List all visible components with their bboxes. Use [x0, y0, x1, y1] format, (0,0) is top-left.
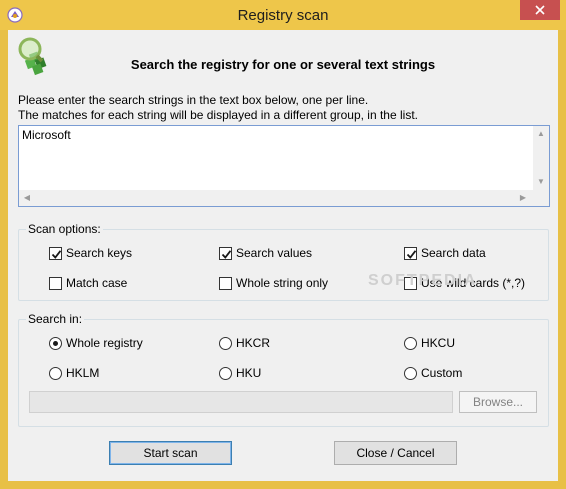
radio-hku[interactable]: HKU [219, 366, 261, 380]
scroll-down-icon[interactable]: ▼ [537, 178, 545, 186]
window-title: Registry scan [237, 7, 329, 24]
radio-hku-label: HKU [236, 366, 262, 380]
radio-hkcr-label: HKCR [236, 336, 271, 350]
checkbox-unchecked-icon[interactable] [49, 276, 62, 290]
radio-unselected-icon[interactable] [49, 366, 62, 380]
whole-string-only-checkbox[interactable]: Whole string only [219, 276, 328, 290]
instruction-line-2: The matches for each string will be disp… [18, 108, 418, 122]
search-keys-checkbox[interactable]: Search keys [49, 246, 132, 260]
radio-unselected-icon[interactable] [219, 336, 232, 350]
custom-path-field[interactable] [29, 391, 453, 413]
checkbox-checked-icon[interactable] [49, 246, 62, 260]
scroll-left-icon[interactable]: ◀ [23, 194, 31, 202]
whole-string-only-label: Whole string only [236, 276, 329, 290]
horizontal-scrollbar[interactable]: ◀ ▶ [19, 190, 533, 206]
radio-unselected-icon[interactable] [219, 366, 232, 380]
search-strings-textbox[interactable]: Microsoft ▲ ▼ ◀ ▶ [18, 125, 550, 207]
radio-hkcu-label: HKCU [421, 336, 456, 350]
scan-options-group: Scan options: Search keys Search values … [18, 222, 549, 301]
dialog-client-area: Search the registry for one or several t… [8, 30, 558, 481]
radio-custom-label: Custom [421, 366, 463, 380]
scroll-up-icon[interactable]: ▲ [537, 130, 545, 138]
radio-unselected-icon[interactable] [404, 366, 417, 380]
scan-options-legend: Scan options: [26, 222, 103, 236]
radio-hkcr[interactable]: HKCR [219, 336, 270, 350]
search-data-label: Search data [421, 246, 486, 260]
start-scan-button[interactable]: Start scan [109, 441, 232, 465]
radio-whole-registry[interactable]: Whole registry [49, 336, 143, 350]
radio-whole-registry-label: Whole registry [66, 336, 143, 350]
search-strings-text[interactable]: Microsoft [22, 128, 71, 142]
checkbox-checked-icon[interactable] [219, 246, 232, 260]
radio-custom[interactable]: Custom [404, 366, 462, 380]
search-data-checkbox[interactable]: Search data [404, 246, 486, 260]
vertical-scrollbar[interactable]: ▲ ▼ [533, 126, 549, 190]
close-cancel-button[interactable]: Close / Cancel [334, 441, 457, 465]
registry-scan-window: Registry scan Search the registry for on… [0, 0, 566, 489]
browse-button[interactable]: Browse... [459, 391, 537, 413]
search-keys-label: Search keys [66, 246, 133, 260]
radio-selected-icon[interactable] [49, 336, 62, 350]
match-case-label: Match case [66, 276, 128, 290]
radio-hklm-label: HKLM [66, 366, 100, 380]
radio-hkcu[interactable]: HKCU [404, 336, 455, 350]
close-window-button[interactable] [520, 0, 560, 20]
watermark-text: SOFTPEDIA [368, 272, 478, 289]
close-icon [535, 5, 545, 15]
scroll-corner [533, 190, 549, 206]
checkbox-checked-icon[interactable] [404, 246, 417, 260]
search-values-checkbox[interactable]: Search values [219, 246, 312, 260]
checkbox-unchecked-icon[interactable] [219, 276, 232, 290]
scroll-right-icon[interactable]: ▶ [519, 194, 527, 202]
radio-hklm[interactable]: HKLM [49, 366, 99, 380]
search-in-legend: Search in: [26, 312, 85, 326]
search-values-label: Search values [236, 246, 313, 260]
radio-unselected-icon[interactable] [404, 336, 417, 350]
match-case-checkbox[interactable]: Match case [49, 276, 127, 290]
title-bar[interactable]: Registry scan [0, 0, 566, 30]
instruction-line-1: Please enter the search strings in the t… [18, 93, 369, 107]
dialog-headline: Search the registry for one or several t… [130, 57, 436, 72]
